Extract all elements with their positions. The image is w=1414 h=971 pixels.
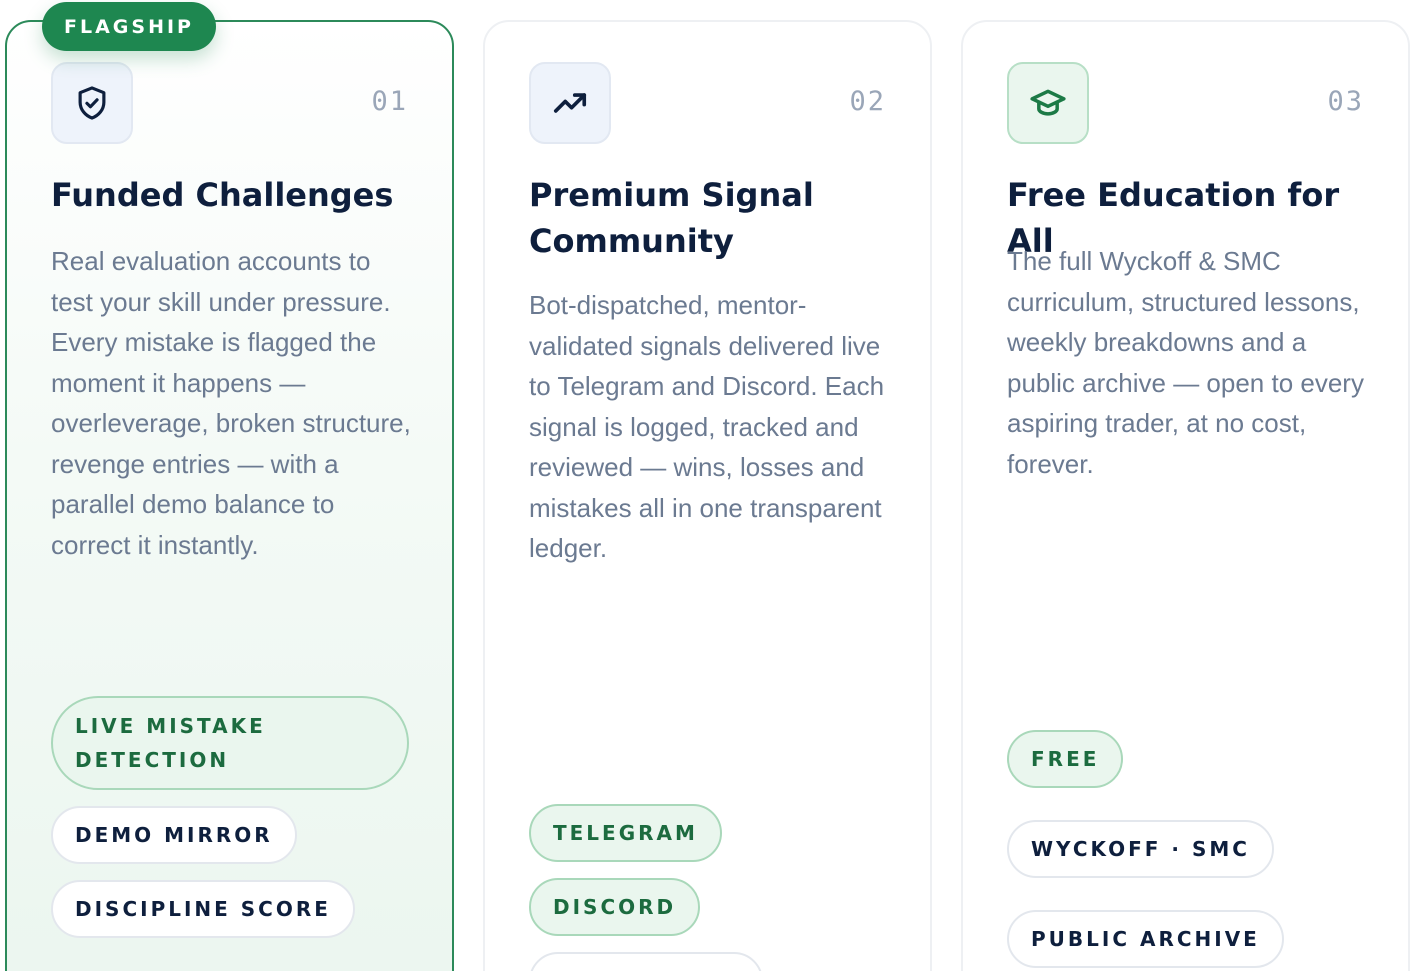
tag-public-archive: PUBLIC ARCHIVE — [1007, 910, 1284, 968]
tag-live-mentor: LIVE MENTOR — [529, 952, 763, 971]
card-icon-box — [529, 62, 611, 144]
card-title: Funded Challenges — [51, 176, 394, 214]
tag-free: FREE — [1007, 730, 1124, 788]
graduation-cap-icon — [1030, 89, 1066, 116]
card-icon-box — [51, 62, 133, 144]
card-number: 02 — [849, 86, 886, 117]
tag-discipline-score: DISCIPLINE SCORE — [51, 880, 355, 938]
tag-demo-mirror: DEMO MIRROR — [51, 806, 297, 864]
card-description: Bot-dispatched, mentor-validated signals… — [529, 290, 885, 563]
flagship-badge: FLAGSHIP — [42, 2, 216, 51]
feature-cards-section: 01 Funded Challenges Real evaluation acc… — [0, 0, 1414, 971]
card-tags: LIVE MISTAKE DETECTION DEMO MIRROR DISCI… — [51, 696, 428, 938]
card-free-education[interactable]: 03 Free Education for All The full Wycko… — [961, 20, 1410, 971]
tag-live-mistake-detection: LIVE MISTAKE DETECTION — [51, 696, 409, 790]
card-description: The full Wyckoff & SMC curriculum, struc… — [1007, 246, 1364, 479]
card-premium-signal-community[interactable]: 02 Premium Signal Community Bot-dispatch… — [483, 20, 932, 971]
card-number: 01 — [371, 86, 408, 117]
card-icon-box — [1007, 62, 1089, 144]
card-number: 03 — [1327, 86, 1364, 117]
card-tags: TELEGRAM DISCORD LIVE MENTOR — [529, 804, 906, 971]
tag-telegram: TELEGRAM — [529, 804, 722, 862]
card-title: Premium Signal Community — [529, 176, 814, 260]
card-funded-challenges[interactable]: 01 Funded Challenges Real evaluation acc… — [5, 20, 454, 971]
shield-check-icon — [78, 86, 106, 120]
trending-up-icon — [553, 93, 587, 113]
card-tags: FREE WYCKOFF · SMC PUBLIC ARCHIVE — [1007, 730, 1384, 968]
tag-discord: DISCORD — [529, 878, 701, 936]
card-description: Real evaluation accounts to test your sk… — [51, 246, 411, 560]
tag-wyckoff-smc: WYCKOFF · SMC — [1007, 820, 1274, 878]
